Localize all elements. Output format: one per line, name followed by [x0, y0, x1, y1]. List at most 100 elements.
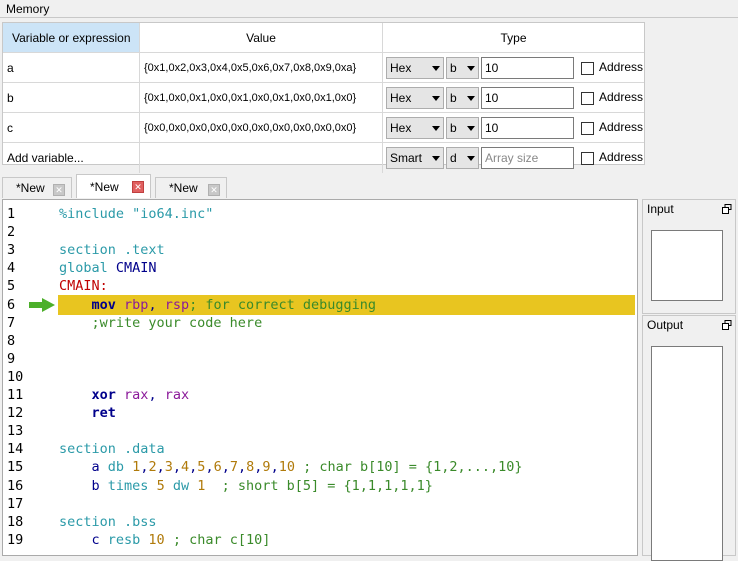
array-size-input[interactable]: 10 — [481, 117, 574, 139]
format-dropdown[interactable]: Hex — [386, 87, 444, 109]
header-type[interactable]: Type — [383, 23, 644, 52]
variable-value: {0x0,0x0,0x0,0x0,0x0,0x0,0x0,0x0,0x0,0x0… — [140, 113, 383, 142]
code-token: , — [205, 459, 214, 476]
code-token: rsp — [164, 296, 190, 313]
code-token: ; char c[10] — [164, 531, 271, 548]
code-token: ; for correct debugging — [189, 296, 377, 313]
memory-panel: Memory Variable or expression Value Type… — [0, 0, 738, 173]
code-line[interactable]: %include "io64.inc" — [59, 205, 213, 223]
array-size-input[interactable]: 10 — [481, 57, 574, 79]
code-line[interactable]: section .text — [59, 241, 165, 259]
code-token: , — [172, 459, 182, 476]
variable-name[interactable]: Add variable... — [3, 143, 140, 173]
variable-name[interactable]: b — [3, 83, 140, 112]
chevron-down-icon — [467, 66, 475, 71]
code-line[interactable]: global CMAIN — [59, 259, 157, 277]
size-dropdown[interactable]: b — [446, 117, 479, 139]
close-icon[interactable]: ✕ — [53, 184, 65, 196]
address-checkbox[interactable] — [581, 62, 594, 75]
address-checkbox[interactable] — [581, 92, 594, 105]
output-textbox[interactable] — [651, 346, 723, 561]
line-number: 10 — [7, 368, 24, 385]
code-token: rbp — [124, 296, 149, 313]
address-checkbox[interactable] — [581, 122, 594, 135]
address-label: Address — [599, 150, 644, 164]
format-dropdown[interactable]: Hex — [386, 117, 444, 139]
code-token: 9 — [262, 459, 271, 476]
tab-new-2[interactable]: *New ✕ — [76, 174, 151, 198]
code-token: rax — [164, 387, 190, 403]
address-label: Address — [599, 60, 644, 74]
size-dropdown[interactable]: b — [446, 57, 479, 79]
line-number: 11 — [7, 387, 24, 403]
variable-name[interactable]: a — [3, 53, 140, 82]
variable-type: Hex b 10 Address — [383, 113, 644, 142]
code-token: , — [270, 459, 279, 476]
tab-new-1[interactable]: *New ✕ — [2, 177, 72, 198]
line-number: 8 — [7, 332, 16, 349]
tab-label: *New — [16, 181, 45, 195]
code-token: resb — [107, 531, 149, 548]
chevron-down-icon — [467, 156, 475, 161]
code-token: , — [221, 459, 230, 476]
memory-row[interactable]: c {0x0,0x0,0x0,0x0,0x0,0x0,0x0,0x0,0x0,0x… — [3, 113, 644, 143]
memory-row[interactable]: a {0x1,0x2,0x3,0x4,0x5,0x6,0x7,0x8,0x9,0x… — [3, 53, 644, 83]
format-dropdown[interactable]: Smart — [386, 147, 444, 169]
code-token: 7 — [229, 459, 238, 476]
code-token: db — [107, 459, 133, 476]
restore-icon[interactable] — [722, 204, 732, 214]
line-number: 1 — [7, 206, 16, 222]
code-token: section .data — [59, 441, 165, 458]
code-line[interactable]: section .data — [59, 440, 165, 458]
code-line[interactable]: c resb 10 ; char c[10] — [59, 531, 271, 549]
code-token: b — [59, 477, 108, 494]
close-icon[interactable]: ✕ — [208, 184, 220, 196]
tab-new-3[interactable]: *New ✕ — [155, 177, 227, 198]
code-line[interactable]: ;write your code here — [59, 314, 263, 332]
code-token: , — [148, 387, 165, 403]
array-size-value: 10 — [485, 91, 499, 105]
tab-label: *New — [90, 179, 119, 194]
code-line[interactable]: mov rbp, rsp; for correct debugging — [59, 296, 377, 314]
code-token: CMAIN: — [59, 278, 108, 295]
input-textbox[interactable] — [651, 230, 723, 301]
code-token: , — [238, 459, 247, 476]
code-token: rax — [124, 387, 149, 403]
array-size-input[interactable]: Array size — [481, 147, 574, 169]
memory-row[interactable]: Add variable... Smart d Array size Address — [3, 143, 644, 173]
array-size-input[interactable]: 10 — [481, 87, 574, 109]
tab-label: *New — [169, 181, 198, 195]
format-dropdown[interactable]: Hex — [386, 57, 444, 79]
header-variable[interactable]: Variable or expression — [3, 23, 140, 52]
close-icon[interactable]: ✕ — [132, 181, 144, 193]
variable-type: Hex b 10 Address — [383, 83, 644, 112]
code-token: 10 — [278, 459, 295, 476]
code-token: 6 — [213, 459, 222, 476]
input-panel: Input — [642, 199, 736, 314]
code-line[interactable]: section .bss — [59, 513, 157, 531]
memory-row[interactable]: b {0x1,0x0,0x1,0x0,0x1,0x0,0x1,0x0,0x1,0x… — [3, 83, 644, 113]
code-line[interactable]: ret — [59, 404, 116, 422]
size-dropdown[interactable]: b — [446, 87, 479, 109]
code-editor[interactable]: 1 2 3 4 5 6 7 8 9 10 11 12 13 14 15 16 17 18 19 %include "… — [2, 199, 638, 556]
address-checkbox[interactable] — [581, 152, 594, 165]
variable-type: Smart d Array size Address — [383, 143, 644, 173]
code-line[interactable]: xor rax, rax — [59, 386, 190, 404]
header-value[interactable]: Value — [140, 23, 383, 52]
line-number: 12 — [7, 405, 24, 422]
code-line[interactable]: b times 5 dw 1 ; short b[5] = {1,1,1,1,1… — [59, 477, 433, 495]
size-dropdown[interactable]: d — [446, 147, 479, 169]
code-token: %include "io64.inc" — [59, 206, 214, 222]
code-token: CMAIN — [115, 260, 157, 277]
code-token: a — [59, 459, 108, 476]
restore-icon[interactable] — [722, 320, 732, 330]
code-token: , — [148, 296, 165, 313]
variable-type: Hex b 10 Address — [383, 53, 644, 82]
code-token: ;write your code here — [59, 314, 263, 331]
editor-tabs: *New ✕ *New ✕ *New ✕ — [0, 174, 738, 198]
variable-name[interactable]: c — [3, 113, 140, 142]
code-line[interactable]: a db 1,2,3,4,5,6,7,8,9,10 ; char b[10] =… — [59, 458, 523, 476]
code-line[interactable]: CMAIN: — [59, 277, 108, 295]
